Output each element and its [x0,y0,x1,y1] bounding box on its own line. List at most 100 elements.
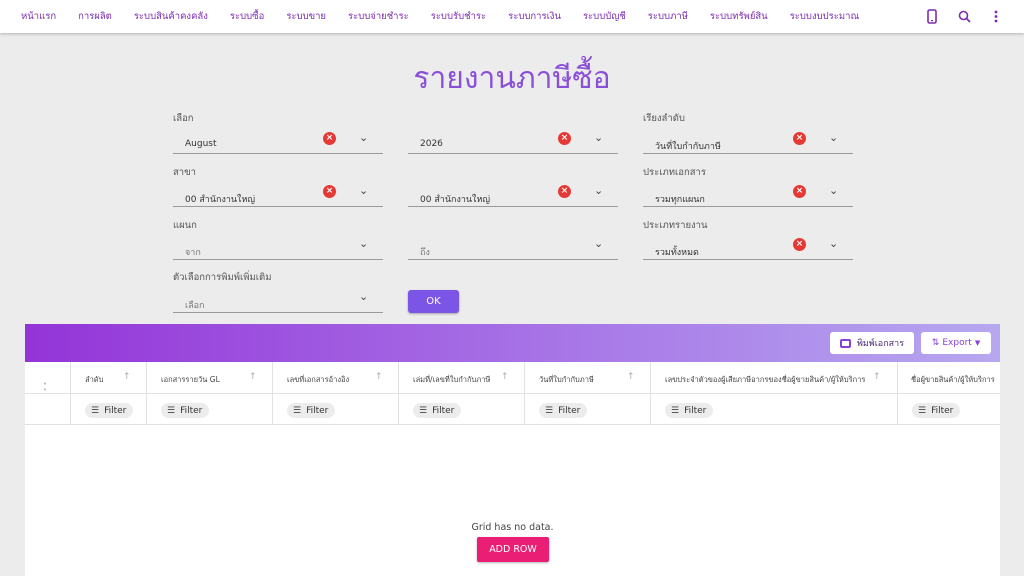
nav-item-accounting[interactable]: ระบบบัญชี [583,9,626,24]
chevron-down-icon[interactable]: ⌄ [359,237,368,250]
add-row-button[interactable]: ADD ROW [477,537,549,562]
chevron-down-icon[interactable]: ⌄ [829,237,838,250]
sort-arrow-icon[interactable]: ↑ [375,372,383,382]
column-filter: ☰ Filter [898,394,1000,425]
clear-icon[interactable]: × [558,185,571,198]
column-header[interactable]: เลขที่เอกสารอ้างอิง ↑ [273,362,399,394]
filter-chip[interactable]: ☰ Filter [665,403,714,418]
nav-item-assets[interactable]: ระบบทรัพย์สิน [710,9,768,24]
nav-item-receipt[interactable]: ระบบรับชำระ [431,9,486,24]
doctype-select[interactable]: รวมทุกแผนก × ⌄ [643,184,853,207]
filter-chip[interactable]: ☰ Filter [85,403,134,418]
sort-label: เรียงลำดับ [643,113,685,124]
column-filter: ☰ Filter [273,394,399,425]
dept-from-select[interactable]: จาก ⌄ [173,237,383,260]
sort-arrow-icon[interactable]: ↑ [627,372,635,382]
branch-to-select[interactable]: 00 สำนักงานใหญ่ × ⌄ [408,184,618,207]
nav-item-home[interactable]: หน้าแรก [21,9,56,24]
column-filter: ☰ Filter [525,394,651,425]
phone-icon[interactable] [916,0,948,33]
chevron-down-icon[interactable]: ⌄ [359,290,368,303]
nav-item-production[interactable]: การผลิต [78,9,112,24]
nav-item-inventory[interactable]: ระบบสินค้าคงคลัง [134,9,208,24]
nav-item-payment[interactable]: ระบบจ่ายชำระ [348,9,409,24]
nav-menu: หน้าแรก การผลิต ระบบสินค้าคงคลัง ระบบซื้… [0,0,881,33]
dept-from-placeholder: จาก [185,248,201,258]
sort-arrow-icon[interactable]: ↑ [249,372,257,382]
reporttype-label: ประเภทรายงาน [643,220,708,231]
filter-label: Filter [306,405,329,416]
nav-item-budget[interactable]: ระบบงบประมาณ [790,9,860,24]
filter-icon: ☰ [293,405,302,416]
nav-item-sales[interactable]: ระบบขาย [286,9,326,24]
clear-icon[interactable]: × [793,132,806,145]
filter-chip[interactable]: ☰ Filter [912,403,961,418]
filter-chip[interactable]: ☰ Filter [161,403,210,418]
nav-item-finance[interactable]: ระบบการเงิน [508,9,561,24]
column-title: ชื่อผู้ขายสินค้า/ผู้ให้บริการ [911,375,995,384]
chevron-down-icon[interactable]: ⌄ [829,184,838,197]
column-header[interactable]: วันที่ใบกำกับภาษี ↑ [525,362,651,394]
clear-icon[interactable]: × [323,185,336,198]
doctype-label: ประเภทเอกสาร [643,167,706,178]
more-vert-icon[interactable] [980,0,1012,33]
clear-icon[interactable]: × [793,238,806,251]
filter-label: Filter [180,405,203,416]
sort-arrow-icon[interactable]: ↑ [123,372,131,382]
column-header[interactable]: เล่มที่/เลขที่ใบกำกับภาษี ↑ [399,362,525,394]
year-select[interactable]: 2026 × ⌄ [408,131,618,154]
dept-to-placeholder: ถึง [420,248,430,258]
chevron-down-icon[interactable]: ⌄ [594,131,603,144]
reporttype-value: รวมทั้งหมด [655,248,699,258]
branch-to-value: 00 สำนักงานใหญ่ [420,195,491,205]
clear-icon[interactable]: × [558,132,571,145]
export-button-label: Export [942,338,972,348]
no-data-message: Grid has no data. [471,522,554,533]
filter-chip[interactable]: ☰ Filter [413,403,462,418]
month-label: เลือก [173,113,194,124]
column-header[interactable]: เลขประจำตัวของผู้เสียภาษีอากรของชื่อผู้ข… [651,362,898,394]
chevron-down-icon[interactable]: ⌄ [594,237,603,250]
chevron-down-icon[interactable]: ⌄ [829,131,838,144]
reporttype-select[interactable]: รวมทั้งหมด × ⌄ [643,237,853,260]
search-icon[interactable] [948,0,980,33]
filter-icon: ☰ [671,405,680,416]
data-grid: พิมพ์เอกสาร ⇅ Export ▼ ˄ ˅ ลำดับ ↑ เอกสาร… [25,324,1000,576]
column-title: วันที่ใบกำกับภาษี [539,375,594,384]
branch-from-value: 00 สำนักงานใหญ่ [185,195,256,205]
filter-chip[interactable]: ☰ Filter [287,403,336,418]
column-title: เอกสารรายวัน GL [161,375,220,384]
chevron-down-icon[interactable]: ⌄ [359,184,368,197]
sort-arrow-icon[interactable]: ↑ [501,372,509,382]
column-filter: ☰ Filter [651,394,898,425]
dept-to-select[interactable]: ถึง ⌄ [408,237,618,260]
header-row: ลำดับ ↑ เอกสารรายวัน GL ↑ เลขที่เอกสารอ้… [25,362,1000,394]
month-select[interactable]: August × ⌄ [173,131,383,154]
filter-icon: ☰ [918,405,927,416]
clear-icon[interactable]: × [793,185,806,198]
print-options-select[interactable]: เลือก ⌄ [173,290,383,313]
column-header[interactable]: ลำดับ ↑ [71,362,147,394]
filter-label: Filter [931,405,954,416]
sort-arrow-icon[interactable]: ↑ [873,372,881,382]
export-button[interactable]: ⇅ Export ▼ [921,332,991,354]
sort-value: วันที่ใบกำกับภาษี [655,142,721,152]
chevron-down-icon[interactable]: ⌄ [359,131,368,144]
nav-item-tax[interactable]: ระบบภาษี [648,9,688,24]
filter-chip[interactable]: ☰ Filter [539,403,588,418]
sort-select[interactable]: วันที่ใบกำกับภาษี × ⌄ [643,131,853,154]
filter-label: Filter [684,405,707,416]
branch-from-select[interactable]: 00 สำนักงานใหญ่ × ⌄ [173,184,383,207]
filter-label: Filter [104,405,127,416]
print-button[interactable]: พิมพ์เอกสาร [830,332,914,354]
nav-item-purchase[interactable]: ระบบซื้อ [230,9,264,24]
column-title: เลขที่เอกสารอ้างอิง [287,375,350,384]
column-header[interactable]: ชื่อผู้ขายสินค้า/ผู้ให้บริการ [898,362,1000,394]
filter-icon: ☰ [419,405,428,416]
ok-button[interactable]: OK [408,290,459,313]
clear-icon[interactable]: × [323,132,336,145]
month-value: August [185,139,217,149]
column-header[interactable]: เอกสารรายวัน GL ↑ [147,362,273,394]
filter-icon: ☰ [167,405,176,416]
chevron-down-icon[interactable]: ⌄ [594,184,603,197]
